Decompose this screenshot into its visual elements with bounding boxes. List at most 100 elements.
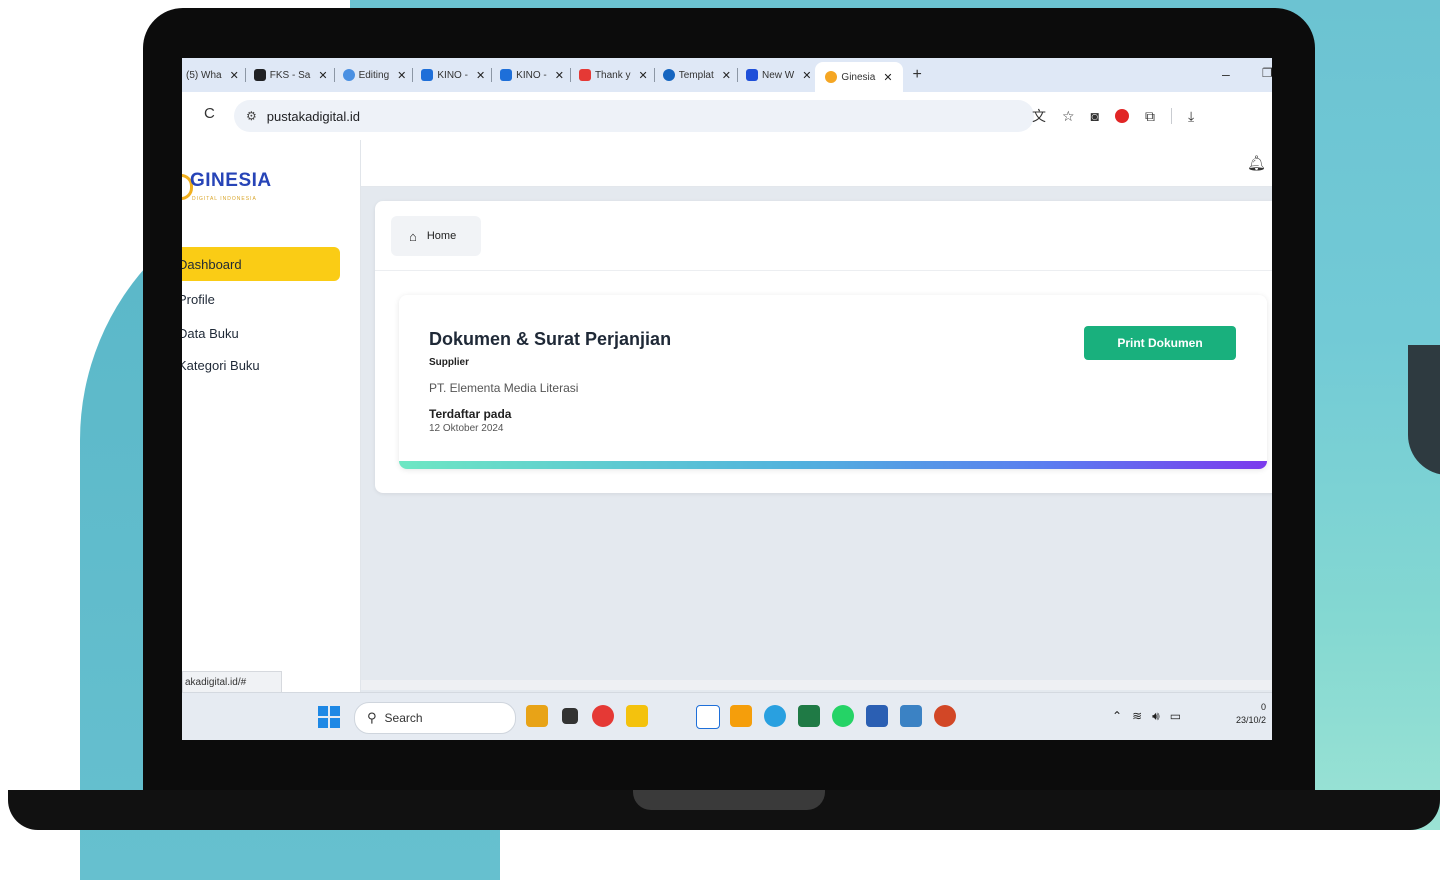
bookmark-star-icon[interactable]: ☆ (1062, 108, 1075, 125)
search-icon: ⚲ (367, 710, 377, 725)
tab-label: KINO - (437, 69, 468, 81)
briefcase-app-icon[interactable] (526, 705, 548, 727)
background-letter-shape (1408, 345, 1440, 475)
download-icon[interactable]: ⤓ (1188, 108, 1194, 125)
document-card: Dokumen & Surat Perjanjian Supplier PT. … (399, 295, 1267, 469)
link-status-url: akadigital.id/# (182, 671, 282, 693)
windows-start-icon[interactable] (318, 706, 340, 728)
breadcrumb[interactable]: ⌂ Home (391, 216, 481, 256)
image-viewer-icon[interactable] (900, 705, 922, 727)
tab-label: FKS - Sa (269, 69, 311, 81)
site-favicon-icon (253, 69, 266, 81)
sidebar-item-label: Data Buku (182, 325, 239, 341)
file-explorer-icon[interactable] (626, 705, 648, 727)
tab-separator (244, 68, 246, 82)
tab-separator (653, 68, 655, 82)
sidebar-item-dashboard[interactable]: Dashboard (182, 247, 340, 281)
tab-label: Editing (358, 69, 390, 81)
url-text: pustakadigital.id (266, 108, 360, 124)
excel-icon[interactable] (798, 705, 820, 727)
chevron-up-icon[interactable]: ⌃ (1112, 709, 1122, 724)
registered-label: Terdaftar pada (429, 407, 512, 421)
browser-tab[interactable]: New W ✕ (742, 62, 815, 88)
tab-label: (5) Wha (186, 69, 222, 81)
onedrive-icon[interactable] (696, 705, 720, 729)
tab-label: New W (761, 69, 795, 81)
maximize-icon[interactable]: ❐ (1262, 66, 1272, 80)
whatsapp-icon[interactable] (832, 705, 854, 727)
horizontal-scrollbar[interactable] (361, 680, 1272, 690)
home-icon: ⌂ (409, 228, 417, 244)
close-icon[interactable]: ✕ (230, 69, 239, 82)
registered-date: 12 Oktober 2024 (429, 423, 504, 434)
app-topbar: 🔔︎ (361, 140, 1272, 187)
camera-icon[interactable]: ◙ (1091, 108, 1099, 124)
tab-label: KINO - (516, 69, 547, 81)
site-settings-icon[interactable]: ⚙ (246, 109, 257, 123)
sidebar-item-profile[interactable]: Profile (182, 282, 340, 316)
bell-icon[interactable]: 🔔︎ (1247, 154, 1266, 172)
powerpoint-icon[interactable] (934, 705, 956, 727)
close-icon[interactable]: ✕ (555, 69, 564, 82)
taskbar-clock[interactable]: 0 23/10/2 (1236, 701, 1266, 727)
volume-icon[interactable]: 🔊︎ (1152, 709, 1160, 724)
close-icon[interactable]: ✕ (476, 69, 485, 82)
sidebar-item-label: Kategori Buku (182, 357, 260, 373)
minimize-icon[interactable]: – (1222, 66, 1230, 82)
browser-tab[interactable]: FKS - Sa ✕ (250, 62, 339, 88)
extensions-puzzle-icon[interactable]: ⧉ (1145, 108, 1155, 125)
close-icon[interactable]: ✕ (639, 69, 648, 82)
site-favicon-icon (745, 69, 758, 81)
taskbar-search-label: Search (384, 711, 423, 725)
site-favicon-icon (421, 69, 434, 81)
browser-tab[interactable]: (5) Wha ✕ (182, 62, 250, 88)
laptop-screen: (5) Wha ✕ FKS - Sa ✕ Editing ✕ KINO - ✕ … (182, 58, 1272, 740)
document-subtitle: Supplier (429, 357, 470, 368)
main-content-card: ⌂ Home Dokumen & Surat Perjanjian Suppli… (375, 201, 1272, 493)
site-favicon-icon (342, 69, 355, 81)
tab-separator (412, 68, 414, 82)
windows-taskbar: ⚲ Search ⌃ ≋ 🔊︎ ▭ 0 23/10/2 (182, 692, 1272, 740)
telegram-icon[interactable] (764, 705, 786, 727)
close-icon[interactable]: ✕ (802, 69, 811, 82)
browser-tab[interactable]: Editing ✕ (339, 62, 418, 88)
browser-tab[interactable]: KINO - ✕ (496, 62, 575, 88)
site-favicon-icon (662, 69, 675, 81)
tab-separator (736, 68, 738, 82)
close-icon[interactable]: ✕ (397, 69, 406, 82)
sublime-icon[interactable] (730, 705, 752, 727)
laptop-notch (633, 790, 825, 810)
new-tab-button[interactable]: + (913, 66, 922, 84)
close-icon[interactable]: ✕ (883, 71, 892, 84)
tab-separator (569, 68, 571, 82)
system-tray: ⌃ ≋ 🔊︎ ▭ (1112, 709, 1181, 724)
print-document-button[interactable]: Print Dokumen (1084, 326, 1236, 360)
task-view-icon[interactable] (562, 708, 578, 724)
app-logo[interactable]: GINESIA (190, 170, 272, 192)
close-icon[interactable]: ✕ (318, 69, 327, 82)
word-icon[interactable] (866, 705, 888, 727)
close-icon[interactable]: ✕ (722, 69, 731, 82)
reload-icon[interactable]: C (204, 105, 215, 122)
chrome-icon[interactable] (592, 705, 614, 727)
extension-icon[interactable] (1115, 109, 1130, 123)
site-favicon-icon (500, 69, 513, 81)
company-name: PT. Elementa Media Literasi (429, 381, 579, 395)
sidebar-item-data-buku[interactable]: Data Buku (182, 316, 340, 350)
tab-label: Templat (678, 69, 714, 81)
site-favicon-icon (578, 69, 591, 81)
translate-icon[interactable]: 文 (1032, 106, 1046, 126)
clock-time: 0 (1261, 702, 1267, 712)
tab-separator (491, 68, 493, 82)
browser-tab-active[interactable]: Ginesia ✕ (815, 62, 903, 92)
url-field[interactable]: ⚙ pustakadigital.id (234, 100, 1034, 132)
taskbar-search[interactable]: ⚲ Search (354, 702, 516, 734)
browser-tab[interactable]: Templat ✕ (659, 62, 742, 88)
breadcrumb-home: Home (426, 230, 457, 242)
wifi-icon[interactable]: ≋ (1132, 709, 1142, 724)
browser-tab[interactable]: Thank y ✕ (575, 62, 659, 88)
sidebar-item-kategori-buku[interactable]: Kategori Buku (182, 348, 340, 382)
site-favicon-icon (825, 71, 838, 83)
battery-icon[interactable]: ▭ (1170, 709, 1181, 724)
browser-tab[interactable]: KINO - ✕ (417, 62, 496, 88)
